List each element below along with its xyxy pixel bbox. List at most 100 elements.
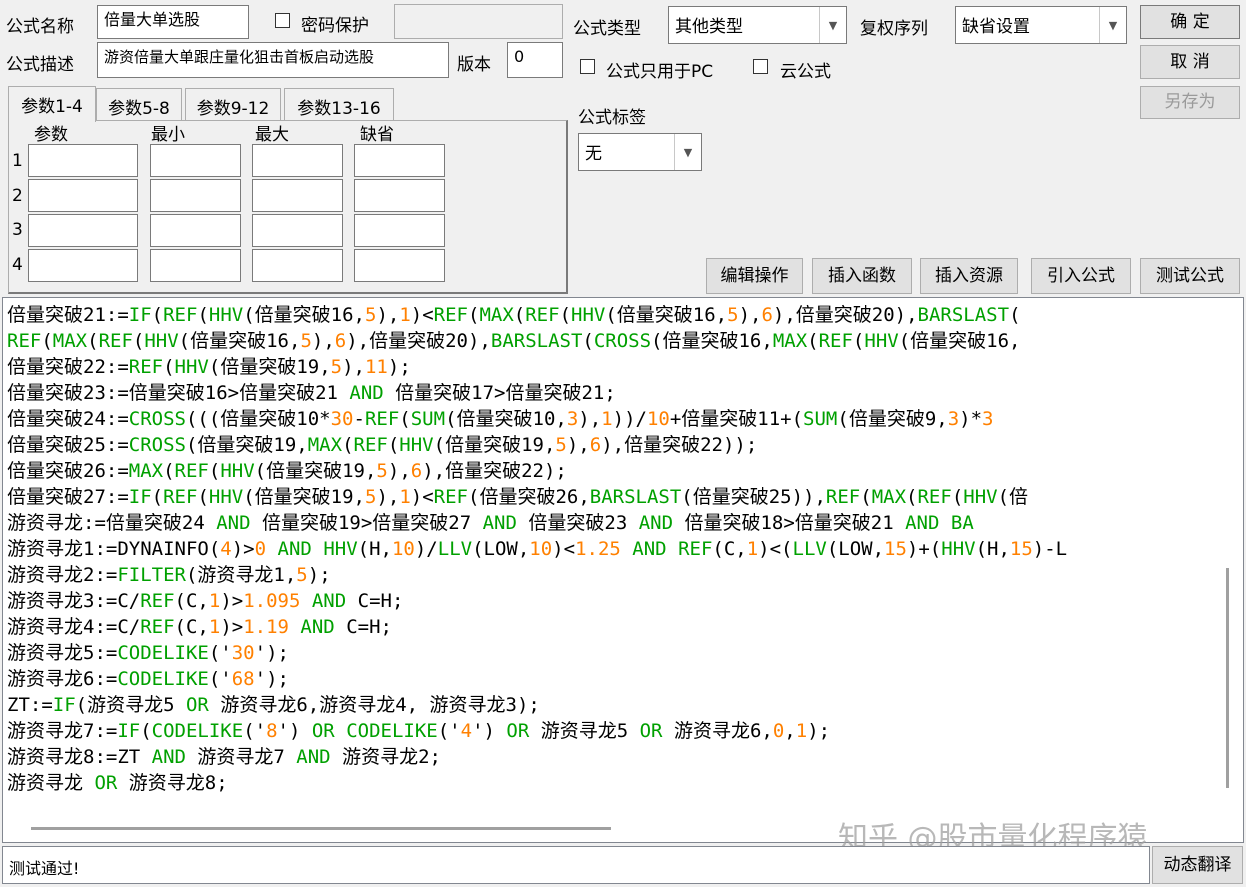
code-line[interactable]: 游资寻龙 OR 游资寻龙8; <box>7 770 1067 796</box>
formula-desc-input[interactable]: 游资倍量大单跟庄量化狙击首板启动选股 <box>97 42 449 78</box>
code-keyword: AND <box>216 512 251 534</box>
insert-function-button[interactable]: 插入函数 <box>812 258 912 294</box>
tab-params-1-4[interactable]: 参数1-4 <box>8 86 96 122</box>
code-number: 68 <box>231 668 255 690</box>
param-4-name-input[interactable] <box>28 249 138 282</box>
param-3-min-input[interactable] <box>150 214 241 247</box>
code-text: )< <box>410 304 434 326</box>
param-header-max: 最大 <box>255 125 289 145</box>
code-line[interactable]: 游资寻龙5:=CODELIKE('30'); <box>7 640 1067 666</box>
cancel-button[interactable]: 取 消 <box>1140 45 1240 79</box>
param-3-max-input[interactable] <box>252 214 343 247</box>
password-checkbox[interactable] <box>275 13 290 28</box>
code-text: 倍量突破17>倍量突破21; <box>383 382 616 404</box>
code-text: (H, <box>975 538 1010 560</box>
code-text: (游资寻龙5 <box>75 694 186 716</box>
code-text: )< <box>552 538 576 560</box>
param-3-name-input[interactable] <box>28 214 138 247</box>
code-text: ), <box>578 408 602 430</box>
param-2-max-input[interactable] <box>252 179 343 212</box>
code-line[interactable]: 游资寻龙4:=C/REF(C,1)>1.19 AND C=H; <box>7 614 1067 640</box>
code-keyword: REF <box>163 304 198 326</box>
code-keyword: AND <box>311 590 347 612</box>
code-keyword: HHV <box>208 304 244 326</box>
insert-resource-button[interactable]: 插入资源 <box>920 258 1018 294</box>
code-text: (' <box>437 720 461 742</box>
code-keyword: MAX <box>128 460 164 482</box>
param-4-default-input[interactable] <box>354 249 445 282</box>
code-text: ZT:= <box>7 694 53 716</box>
code-text: 游资寻龙4:=C/ <box>7 616 141 638</box>
rights-select[interactable]: 缺省设置 ▼ <box>955 6 1127 44</box>
save-as-button[interactable]: 另存为 <box>1140 86 1240 119</box>
code-line[interactable]: 倍量突破25:=CROSS(倍量突破19,MAX(REF(HHV(倍量突破19,… <box>7 432 1067 458</box>
code-keyword: MAX <box>871 486 907 508</box>
import-formula-button[interactable]: 引入公式 <box>1031 258 1131 294</box>
ok-button[interactable]: 确 定 <box>1140 5 1240 39</box>
code-text: '); <box>254 668 289 690</box>
param-2-min-input[interactable] <box>150 179 241 212</box>
code-keyword: REF <box>917 486 952 508</box>
code-line[interactable]: 倍量突破22:=REF(HHV(倍量突破19,5),11); <box>7 354 1067 380</box>
code-line[interactable]: 倍量突破24:=CROSS(((倍量突破10*30-REF(SUM(倍量突破10… <box>7 406 1067 432</box>
code-text: 游资寻龙5:= <box>7 642 118 664</box>
code-line[interactable]: 游资寻龙3:=C/REF(C,1)>1.095 AND C=H; <box>7 588 1067 614</box>
code-keyword: AND <box>632 538 667 560</box>
code-line[interactable]: 倍量突破27:=IF(REF(HHV(倍量突破19,5),1)<REF(倍量突破… <box>7 484 1067 510</box>
chevron-down-icon[interactable]: ▼ <box>674 134 701 170</box>
param-4-min-input[interactable] <box>150 249 241 282</box>
dynamic-translate-button[interactable]: 动态翻译 <box>1152 846 1243 884</box>
code-text: ( <box>559 304 572 326</box>
code-number: 5 <box>296 564 308 586</box>
formula-name-input[interactable]: 倍量大单选股 <box>97 5 249 39</box>
cloud-checkbox[interactable] <box>753 59 768 74</box>
code-line[interactable]: 倍量突破26:=MAX(REF(HHV(倍量突破19,5),6),倍量突破22)… <box>7 458 1067 484</box>
pc-only-checkbox[interactable] <box>580 59 595 74</box>
param-2-name-input[interactable] <box>28 179 138 212</box>
code-line[interactable]: 游资寻龙7:=IF(CODELIKE('8') OR CODELIKE('4')… <box>7 718 1067 744</box>
code-text: ( <box>208 460 221 482</box>
param-3-default-input[interactable] <box>354 214 445 247</box>
code-content[interactable]: 倍量突破21:=IF(REF(HHV(倍量突破16,5),1)<REF(MAX(… <box>7 302 1067 796</box>
tab-params-9-12[interactable]: 参数9-12 <box>185 88 281 120</box>
tab-params-13-16[interactable]: 参数13-16 <box>284 88 394 120</box>
param-4-max-input[interactable] <box>252 249 343 282</box>
param-1-default-input[interactable] <box>354 144 445 177</box>
code-line[interactable]: REF(MAX(REF(HHV(倍量突破16,5),6),倍量突破20),BAR… <box>7 328 1067 354</box>
horizontal-scrollbar[interactable] <box>31 827 611 830</box>
formula-type-select[interactable]: 其他类型 ▼ <box>668 6 847 44</box>
vertical-scrollbar[interactable] <box>1226 568 1229 788</box>
password-label: 密码保护 <box>301 16 369 36</box>
chevron-down-icon[interactable]: ▼ <box>1099 7 1126 43</box>
code-line[interactable]: ZT:=IF(游资寻龙5 OR 游资寻龙6,游资寻龙4, 游资寻龙3); <box>7 692 1067 718</box>
edit-ops-button[interactable]: 编辑操作 <box>706 258 803 294</box>
code-number: 6 <box>334 330 347 352</box>
code-line[interactable]: 倍量突破23:=倍量突破16>倍量突破21 AND 倍量突破17>倍量突破21; <box>7 380 1067 406</box>
chevron-down-icon[interactable]: ▼ <box>819 7 846 43</box>
code-line[interactable]: 游资寻龙1:=DYNAINFO(4)>0 AND HHV(H,10)/LLV(L… <box>7 536 1067 562</box>
code-text: 游资寻龙7 <box>185 746 297 768</box>
tab-params-5-8[interactable]: 参数5-8 <box>96 88 182 120</box>
password-input[interactable] <box>394 4 563 39</box>
param-1-max-input[interactable] <box>252 144 343 177</box>
code-line[interactable]: 倍量突破21:=IF(REF(HHV(倍量突破16,5),1)<REF(MAX(… <box>7 302 1067 328</box>
code-text: (倍量突破16, <box>178 330 301 352</box>
formula-tag-select[interactable]: 无 ▼ <box>578 133 702 171</box>
param-1-name-input[interactable] <box>28 144 138 177</box>
test-formula-button[interactable]: 测试公式 <box>1140 258 1240 294</box>
code-line[interactable]: 游资寻龙8:=ZT AND 游资寻龙7 AND 游资寻龙2; <box>7 744 1067 770</box>
code-line[interactable]: 游资寻龙6:=CODELIKE('68'); <box>7 666 1067 692</box>
code-text: 倍量突破26:= <box>7 460 129 482</box>
version-input[interactable]: 0 <box>507 42 563 78</box>
code-text: 游资寻龙:=倍量突破24 <box>7 512 217 534</box>
param-1-min-input[interactable] <box>150 144 241 177</box>
param-2-default-input[interactable] <box>354 179 445 212</box>
code-text: 游资寻龙1:=DYNAINFO( <box>7 538 221 560</box>
status-bar: 测试通过! <box>2 846 1150 884</box>
code-line[interactable]: 游资寻龙2:=FILTER(游资寻龙1,5); <box>7 562 1067 588</box>
code-editor[interactable]: 倍量突破21:=IF(REF(HHV(倍量突破16,5),1)<REF(MAX(… <box>2 297 1244 843</box>
code-keyword: HHV <box>963 486 998 508</box>
code-line[interactable]: 游资寻龙:=倍量突破24 AND 倍量突破19>倍量突破27 AND 倍量突破2… <box>7 510 1067 536</box>
